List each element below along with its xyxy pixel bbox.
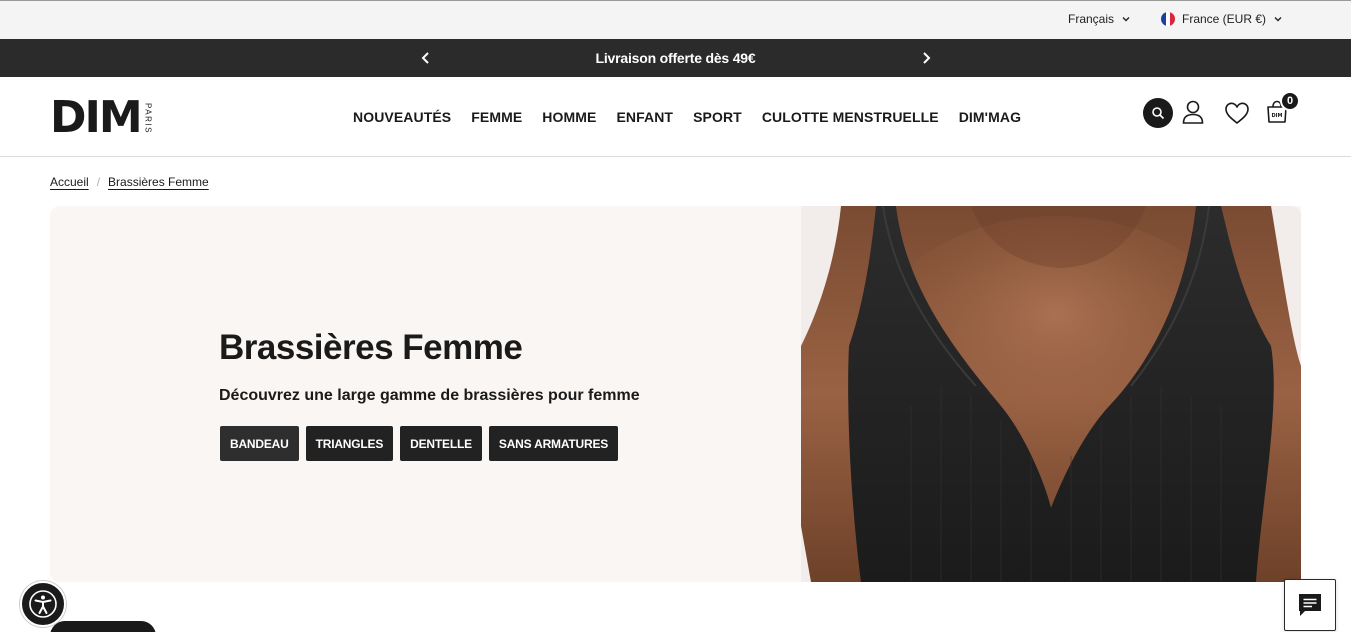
nav-item-femme[interactable]: FEMME (471, 109, 522, 125)
nav-item-homme[interactable]: HOMME (542, 109, 596, 125)
category-hero: Brassières Femme Découvrez une large gam… (50, 206, 1301, 582)
cart-bag-label: DIM (1272, 113, 1283, 119)
utility-bar: Français France (EUR €) (0, 0, 1351, 39)
language-label: Français (1068, 12, 1115, 26)
breadcrumb: Accueil / Brassières Femme (50, 175, 209, 189)
france-flag-icon (1161, 12, 1175, 26)
page-title: Brassières Femme (219, 328, 523, 367)
chevron-right-icon[interactable] (918, 50, 934, 66)
hero-product-image (801, 206, 1301, 582)
nav-item-sport[interactable]: SPORT (693, 109, 742, 125)
logo-wordmark: DIM (50, 92, 143, 143)
chat-icon (1299, 594, 1321, 616)
accessibility-icon (29, 590, 57, 618)
announcement-bar: Livraison offerte dès 49€ (0, 39, 1351, 77)
dim-logo[interactable]: DIM PARIS (50, 92, 153, 143)
chevron-down-icon (1274, 17, 1282, 22)
nav-item-culotte-menstruelle[interactable]: CULOTTE MENSTRUELLE (762, 109, 939, 125)
nav-item-dimmag[interactable]: DIM'MAG (959, 109, 1021, 125)
heart-icon[interactable] (1224, 101, 1250, 125)
logo-paris: PARIS (143, 102, 153, 134)
site-header: DIM PARIS NOUVEAUTÉS FEMME HOMME ENFANT … (0, 77, 1351, 157)
model-bra-illustration (801, 206, 1301, 582)
page-subtitle: Découvrez une large gamme de brassières … (219, 387, 640, 404)
chip-bandeau[interactable]: BANDEAU (220, 426, 299, 461)
language-selector[interactable]: Français (1068, 12, 1131, 26)
main-nav: NOUVEAUTÉS FEMME HOMME ENFANT SPORT CULO… (353, 109, 1021, 125)
country-label: France (EUR €) (1182, 12, 1267, 26)
breadcrumb-home[interactable]: Accueil (50, 175, 89, 189)
chat-button[interactable] (1284, 579, 1336, 631)
chip-triangles[interactable]: TRIANGLES (305, 426, 394, 461)
nav-item-nouveautes[interactable]: NOUVEAUTÉS (353, 109, 451, 125)
chip-sans-armatures[interactable]: SANS ARMATURES (488, 426, 619, 461)
search-icon (1152, 107, 1165, 120)
chevron-down-icon (1122, 17, 1130, 22)
breadcrumb-current[interactable]: Brassières Femme (108, 175, 209, 189)
header-actions: DIM 0 (1143, 91, 1303, 133)
announcement-text[interactable]: Livraison offerte dès 49€ (0, 50, 1351, 66)
account-icon[interactable] (1181, 99, 1205, 125)
accessibility-button[interactable] (20, 581, 66, 627)
breadcrumb-separator: / (96, 175, 101, 189)
subcategory-chips: BANDEAU TRIANGLES DENTELLE SANS ARMATURE… (220, 426, 619, 461)
nav-item-enfant[interactable]: ENFANT (616, 109, 673, 125)
cart-count-badge: 0 (1280, 91, 1300, 111)
country-selector[interactable]: France (EUR €) (1161, 12, 1283, 26)
floating-pill-button[interactable] (50, 621, 156, 632)
chip-dentelle[interactable]: DENTELLE (400, 426, 482, 461)
search-button[interactable] (1143, 98, 1173, 128)
